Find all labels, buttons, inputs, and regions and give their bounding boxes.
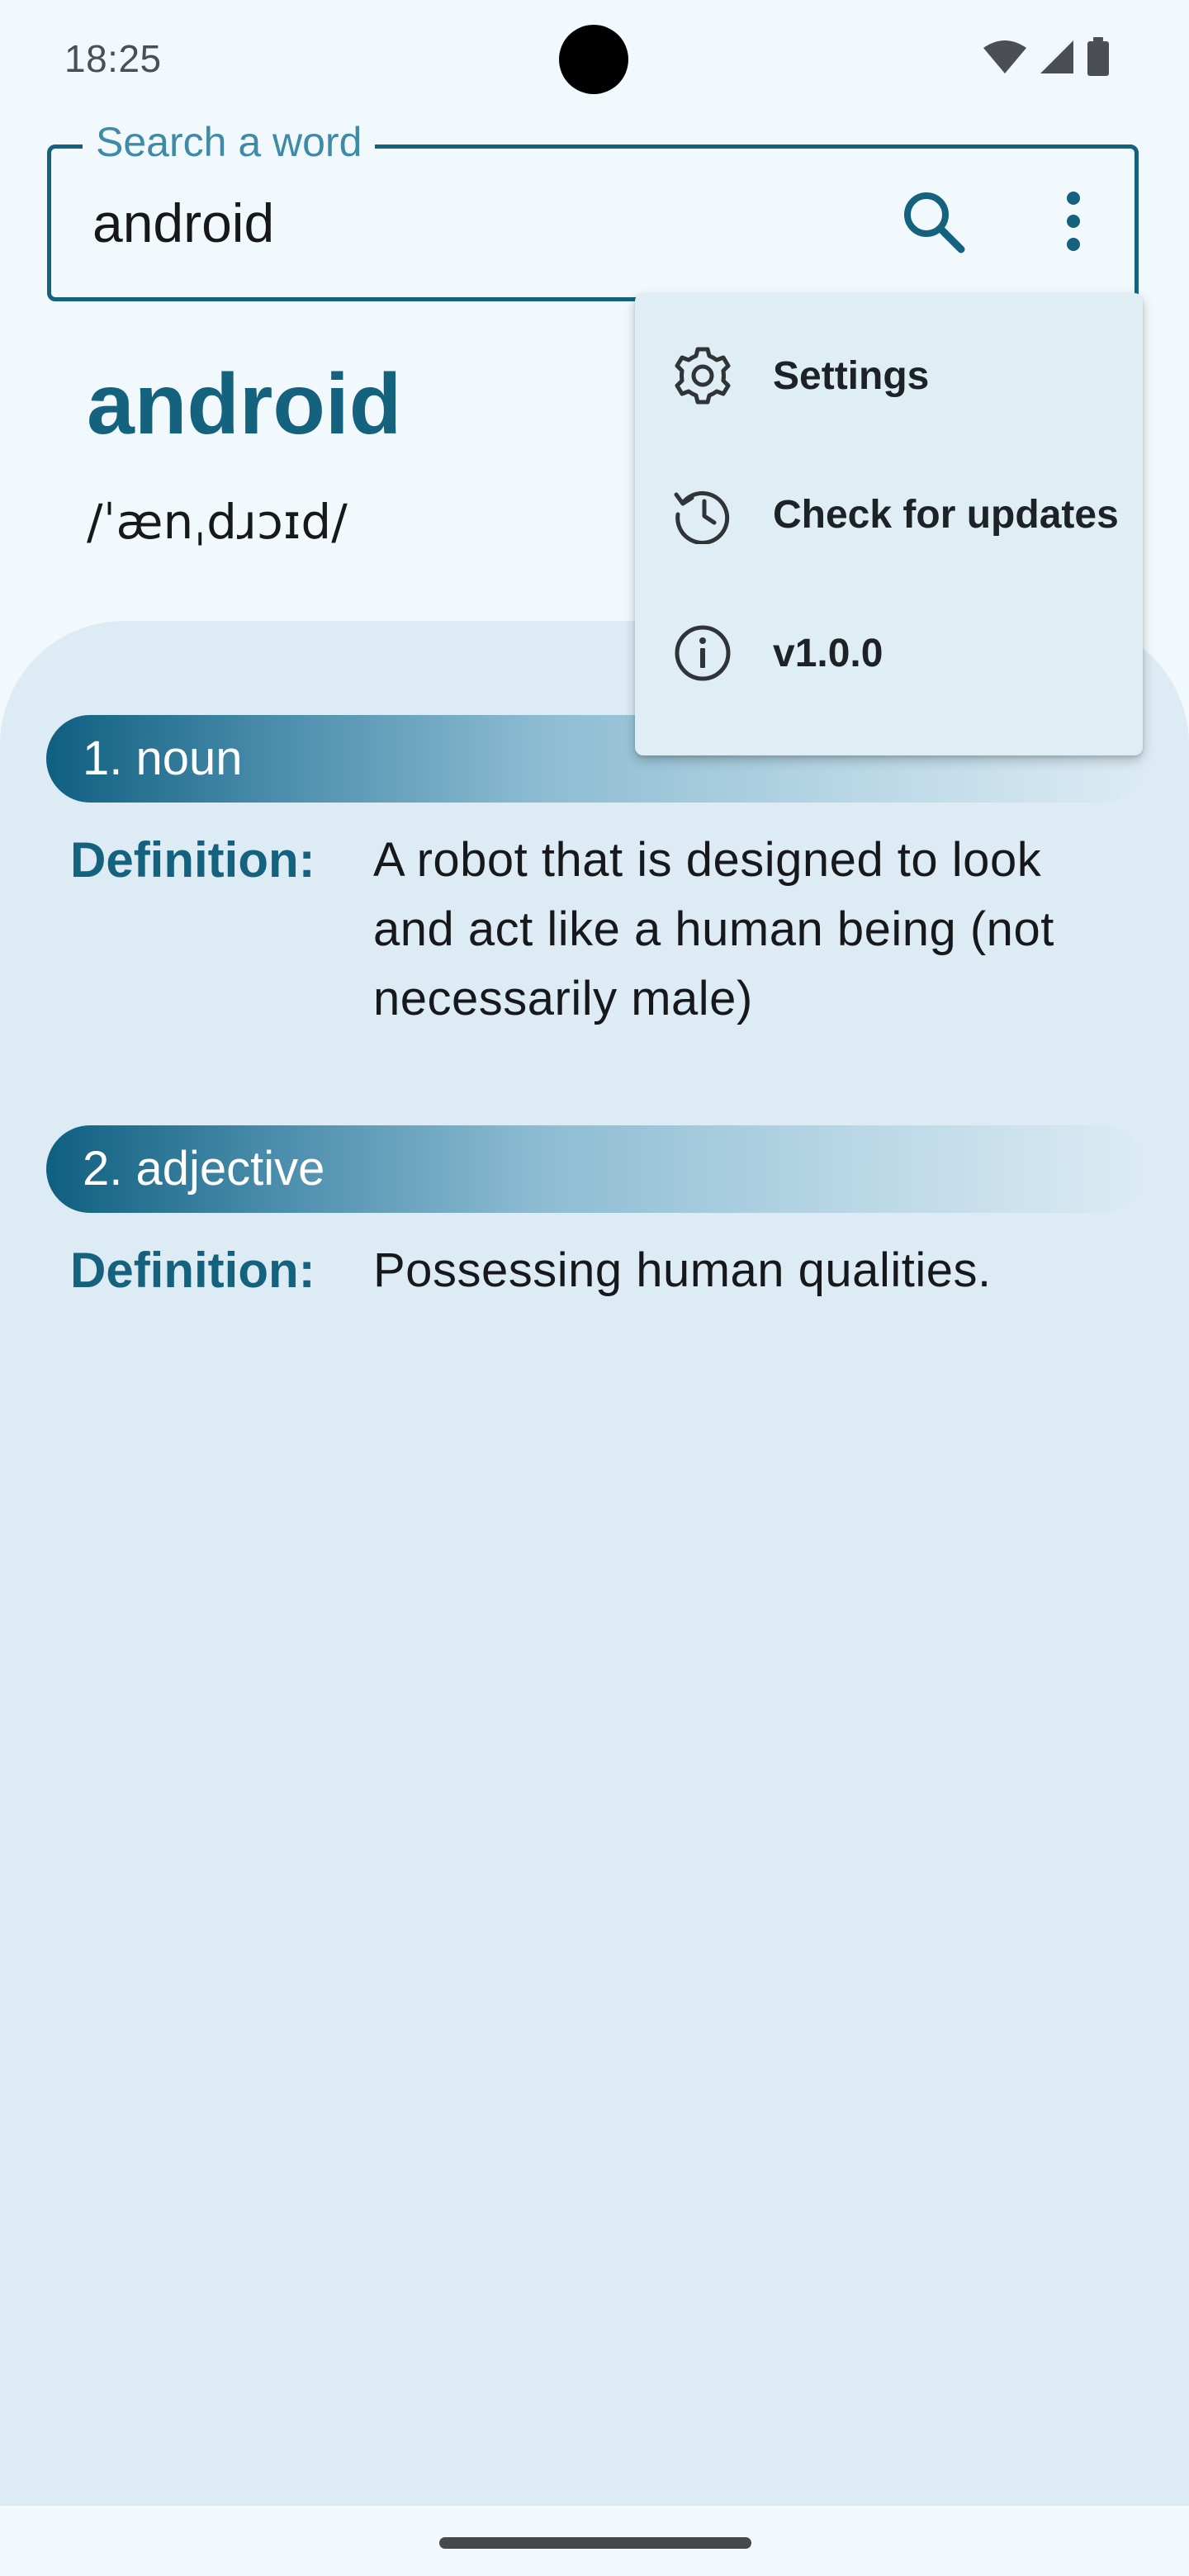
info-icon (673, 623, 732, 683)
part-of-speech-header: 2. adjective (46, 1125, 1144, 1213)
menu-item-version[interactable]: v1.0.0 (635, 584, 1143, 722)
status-icons (983, 36, 1110, 81)
definition-label: Definition: (70, 832, 315, 888)
search-input[interactable] (92, 186, 836, 260)
definition-text: A robot that is designed to look and act… (373, 833, 1054, 1025)
battery-icon (1087, 36, 1110, 81)
menu-item-label: v1.0.0 (773, 631, 883, 675)
more-options-button[interactable] (1036, 186, 1111, 260)
definition-label: Definition: (70, 1243, 315, 1298)
menu-item-check-for-updates[interactable]: Check for updates (635, 445, 1143, 584)
word-phonetic: /ˈænˌdɹɔɪd/ (87, 494, 348, 550)
gear-icon (673, 346, 732, 405)
camera-cutout (559, 25, 628, 94)
menu-item-label: Check for updates (773, 492, 1119, 537)
home-gesture-handle[interactable] (439, 2537, 751, 2549)
cellular-signal-icon (1039, 39, 1075, 79)
meanings-sheet: 1. noun Definition: A robot that is desi… (0, 621, 1189, 2506)
update-icon (673, 485, 732, 544)
menu-item-settings[interactable]: Settings (635, 306, 1143, 445)
part-of-speech-label: 2. adjective (83, 1142, 325, 1196)
search-label: Search a word (83, 116, 376, 168)
status-bar: 18:25 (0, 0, 1189, 121)
overflow-menu: Settings Check for updates v1.0.0 (635, 293, 1143, 755)
definition-text: Possessing human qualities. (373, 1243, 992, 1297)
word-title: android (87, 357, 402, 452)
more-vert-icon (1065, 190, 1082, 257)
part-of-speech-label: 1. noun (83, 732, 243, 785)
wifi-icon (983, 40, 1027, 78)
menu-item-label: Settings (773, 353, 930, 398)
search-button[interactable] (896, 186, 970, 260)
search-icon (898, 187, 968, 260)
navigation-bar (0, 2506, 1189, 2576)
status-time: 18:25 (64, 37, 162, 80)
